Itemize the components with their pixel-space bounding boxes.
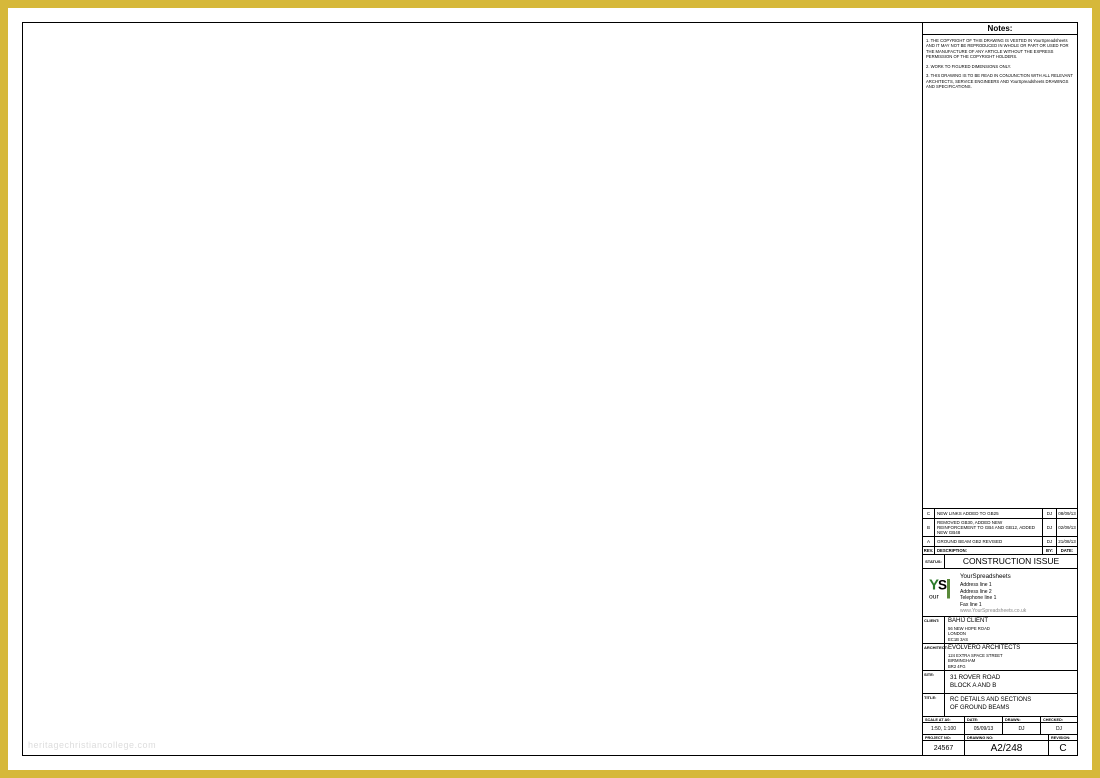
revision-row: C NEW LINKS ADDED TO GB25 DJ 08/09/13 — [923, 509, 1077, 519]
company-name: YourSpreadsheets — [960, 573, 1026, 581]
rev-date: 02/09/13 — [1057, 519, 1077, 536]
architect-block: ARCHITECT: EVOLVERO ARCHITECTS 124 EXTRA… — [923, 644, 1077, 671]
client-label: CLIENT: — [923, 617, 945, 643]
meta-grid: SCALE AT A0: 1:50, 1:100 DATE: 05/09/13 … — [923, 717, 1077, 735]
client-addr3: EC1B 3AS — [948, 637, 1074, 642]
rev-desc: NEW LINKS ADDED TO GB25 — [935, 509, 1043, 518]
rev-letter: B — [923, 519, 935, 536]
client-value: BAHIJ CLIENT 56 NEW HOPE ROAD LONDON EC1… — [945, 617, 1077, 643]
svg-text:S: S — [938, 577, 947, 592]
revision-cell: REVISION: C — [1049, 735, 1077, 755]
architect-value: EVOLVERO ARCHITECTS 124 EXTRA SPACE STRE… — [945, 644, 1077, 670]
company-text: YourSpreadsheets Address line 1 Address … — [960, 573, 1026, 612]
site-line2: BLOCK A AND B — [950, 682, 1072, 690]
site-line1: 31 ROVER ROAD — [950, 674, 1072, 682]
rev-by: DJ — [1043, 509, 1057, 518]
site-block: SITE: 31 ROVER ROAD BLOCK A AND B — [923, 671, 1077, 694]
paper: Notes: 1. THE COPYRIGHT OF THIS DRAWING … — [8, 8, 1092, 770]
architect-addr3: BR2 4FG — [948, 664, 1074, 669]
title-line1: RC DETAILS AND SECTIONS — [950, 697, 1072, 705]
title-label: TITLE: — [923, 694, 945, 716]
notes-heading: Notes: — [923, 23, 1077, 35]
company-web: www.YourSpreadsheets.co.uk — [960, 608, 1026, 615]
revision-value: C — [1049, 741, 1077, 755]
rev-h-desc: DESCRIPTION: — [935, 547, 1043, 554]
title-block: Notes: 1. THE COPYRIGHT OF THIS DRAWING … — [922, 23, 1077, 755]
title-value: RC DETAILS AND SECTIONS OF GROUND BEAMS — [945, 694, 1077, 716]
checked-cell: CHECKED: DJ — [1041, 717, 1077, 734]
revision-row: B REMOVED GB30, ADDED NEW REINFORCEMENT … — [923, 519, 1077, 537]
rev-by: DJ — [1043, 519, 1057, 536]
rev-letter: A — [923, 537, 935, 546]
company-block: Y S our YourSpreadsheets Address line 1 … — [923, 569, 1077, 617]
rev-h-by: BY: — [1043, 547, 1057, 554]
scale-value: 1:50, 1:100 — [923, 723, 964, 734]
drawn-cell: DRAWN: DJ — [1003, 717, 1041, 734]
project-cell: PROJECT NO: 24567 — [923, 735, 965, 755]
site-label: SITE: — [923, 671, 945, 693]
drawingno-cell: DRAWING NO: A2/248 — [965, 735, 1049, 755]
note-3: 3. THIS DRAWING IS TO BE READ IN CONJUNC… — [926, 73, 1074, 89]
status-label: STATUS: — [923, 555, 945, 568]
drawing-frame: Notes: 1. THE COPYRIGHT OF THIS DRAWING … — [22, 22, 1078, 756]
note-1: 1. THE COPYRIGHT OF THIS DRAWING IS VEST… — [926, 38, 1074, 60]
site-value: 31 ROVER ROAD BLOCK A AND B — [945, 671, 1077, 693]
date-value: 05/09/13 — [965, 723, 1002, 734]
scale-cell: SCALE AT A0: 1:50, 1:100 — [923, 717, 965, 734]
title-line2: OF GROUND BEAMS — [950, 705, 1072, 713]
rev-h-date: DATE: — [1057, 547, 1077, 554]
revision-header: REV. DESCRIPTION: BY: DATE: — [923, 547, 1077, 555]
status-row: STATUS: CONSTRUCTION ISSUE — [923, 555, 1077, 569]
client-name: BAHIJ CLIENT — [948, 618, 1074, 626]
rev-by: DJ — [1043, 537, 1057, 546]
title-row: TITLE: RC DETAILS AND SECTIONS OF GROUND… — [923, 694, 1077, 717]
revision-table: C NEW LINKS ADDED TO GB25 DJ 08/09/13 B … — [923, 508, 1077, 555]
company-logo-icon: Y S our — [926, 573, 956, 603]
rev-date: 21/08/13 — [1057, 537, 1077, 546]
note-2: 2. WORK TO FIGURED DIMENSIONS ONLY. — [926, 64, 1074, 69]
checked-value: DJ — [1041, 723, 1077, 734]
status-value: CONSTRUCTION ISSUE — [945, 555, 1077, 568]
svg-text:our: our — [929, 593, 940, 600]
revision-row: A GROUND BEAM GB2 REVISED DJ 21/08/13 — [923, 537, 1077, 547]
rev-desc: REMOVED GB30, ADDED NEW REINFORCEMENT TO… — [935, 519, 1043, 536]
drawn-value: DJ — [1003, 723, 1040, 734]
rev-h-rev: REV. — [923, 547, 935, 554]
rev-desc: GROUND BEAM GB2 REVISED — [935, 537, 1043, 546]
notes-body: 1. THE COPYRIGHT OF THIS DRAWING IS VEST… — [923, 35, 1077, 508]
client-block: CLIENT: BAHIJ CLIENT 56 NEW HOPE ROAD LO… — [923, 617, 1077, 644]
project-value: 24567 — [923, 741, 964, 755]
architect-name: EVOLVERO ARCHITECTS — [948, 645, 1074, 653]
drawing-row: PROJECT NO: 24567 DRAWING NO: A2/248 REV… — [923, 735, 1077, 755]
watermark: heritagechristiancollege.com — [28, 740, 156, 750]
architect-label: ARCHITECT: — [923, 644, 945, 670]
drawingno-value: A2/248 — [965, 741, 1048, 755]
rev-date: 08/09/13 — [1057, 509, 1077, 518]
rev-letter: C — [923, 509, 935, 518]
date-cell: DATE: 05/09/13 — [965, 717, 1003, 734]
